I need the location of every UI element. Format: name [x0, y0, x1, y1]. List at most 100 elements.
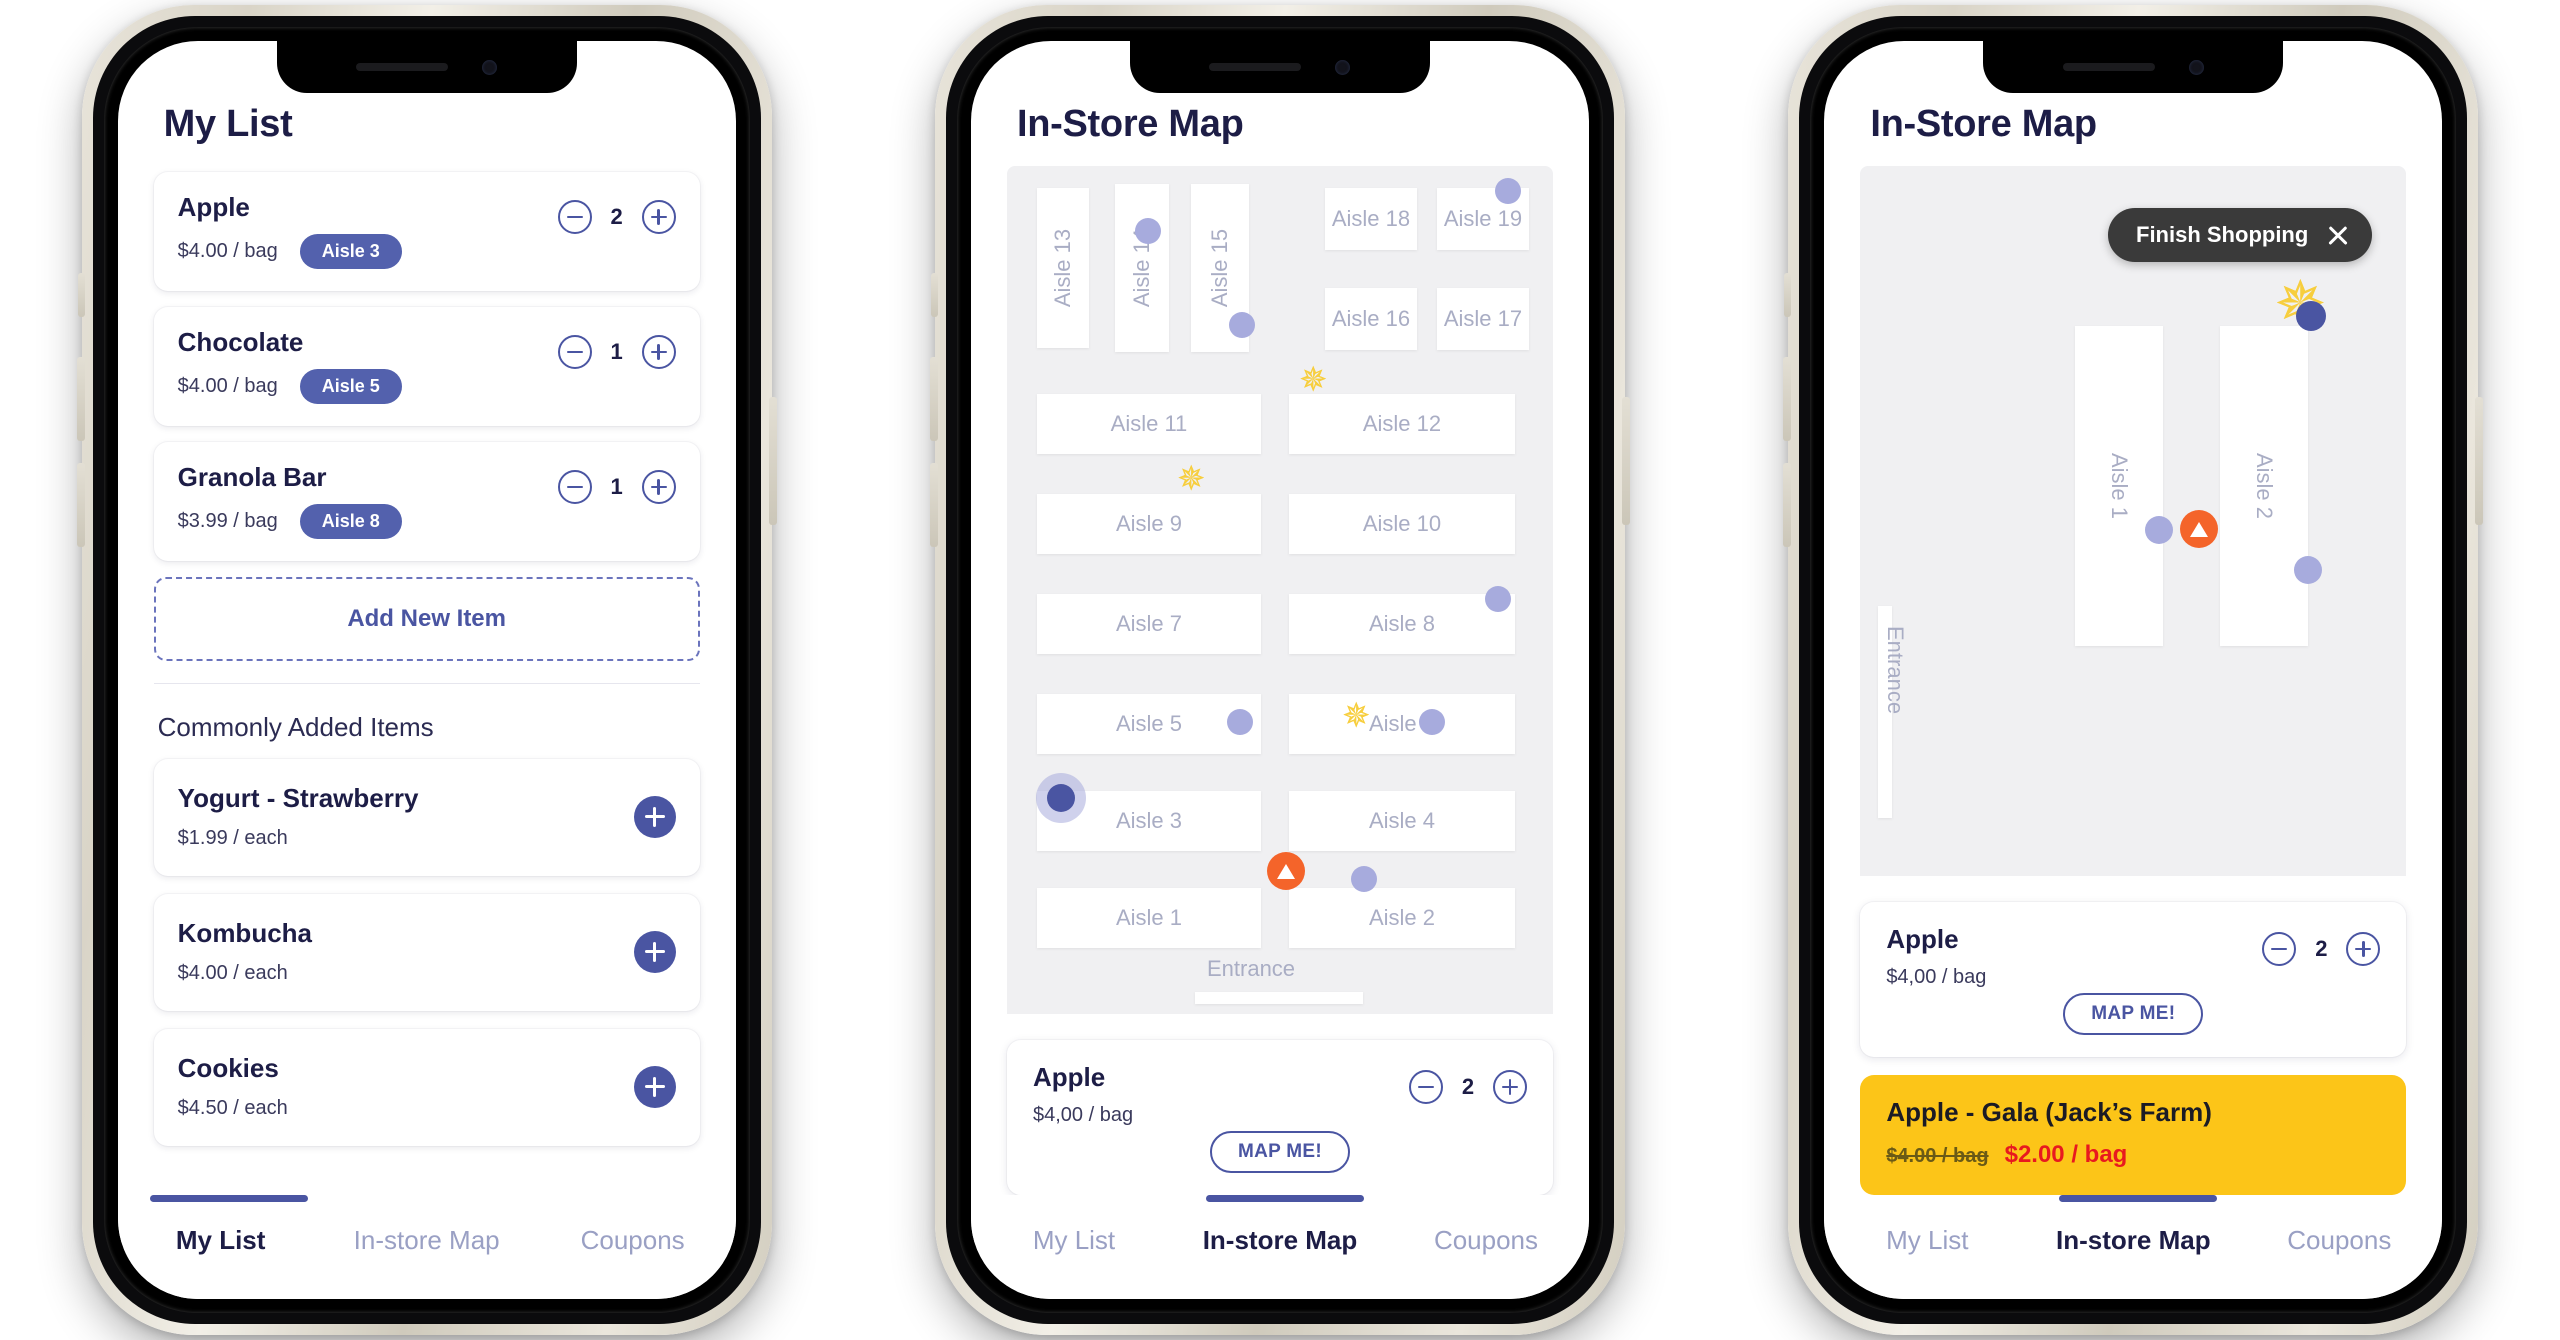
- suggestion-card[interactable]: Yogurt - Strawberry $1.99 / each: [153, 759, 700, 876]
- product-dot[interactable]: [1494, 178, 1521, 204]
- screenshot-stage: My List Apple $4.00 / bag Aisle 3 2 Choc…: [0, 0, 2560, 1340]
- map-aisle[interactable]: Aisle 10: [1288, 494, 1515, 554]
- suggestion-card[interactable]: Kombucha $4.00 / each: [153, 894, 700, 1011]
- power-button[interactable]: [1621, 397, 1630, 525]
- selected-item-price: $4,00 / bag: [1032, 1104, 1134, 1126]
- map-aisle[interactable]: Aisle 2: [1288, 888, 1515, 948]
- quantity-value: 1: [610, 339, 623, 364]
- product-dot[interactable]: [2145, 516, 2174, 544]
- increment-button[interactable]: [641, 200, 676, 234]
- deal-star-icon[interactable]: ✵: [1342, 699, 1371, 733]
- suggestion-name: Kombucha: [177, 918, 312, 948]
- map-aisle[interactable]: Aisle 17: [1436, 288, 1529, 350]
- decrement-button[interactable]: [557, 335, 592, 369]
- aisle-badge[interactable]: Aisle 5: [299, 369, 402, 404]
- tab-my-list[interactable]: My List: [1824, 1225, 2030, 1256]
- map-aisle[interactable]: Aisle 12: [1288, 394, 1515, 454]
- tab-in-store-map[interactable]: In-store Map: [1177, 1225, 1383, 1256]
- close-icon[interactable]: [2326, 223, 2350, 247]
- map-aisle[interactable]: Aisle 8: [1288, 594, 1515, 654]
- decrement-button[interactable]: [2262, 932, 2297, 966]
- product-dot[interactable]: [1226, 709, 1253, 735]
- map-aisle[interactable]: Aisle 16: [1324, 288, 1417, 350]
- increment-button[interactable]: [641, 470, 676, 504]
- decrement-button[interactable]: [557, 470, 592, 504]
- aisle-badge[interactable]: Aisle 3: [299, 234, 402, 269]
- store-map[interactable]: Aisle 13 Aisle 14 Aisle 15 Aisle 18 Aisl…: [1006, 166, 1553, 1014]
- finish-shopping-label: Finish Shopping: [2136, 222, 2309, 247]
- map-me-button[interactable]: MAP ME!: [1209, 1131, 1351, 1173]
- tab-coupons[interactable]: Coupons: [1383, 1225, 1589, 1256]
- current-product-dot[interactable]: [1046, 784, 1075, 812]
- screen-map-zoomed: In-Store Map Finish Shopping Aisle 1 Ais…: [1824, 41, 2443, 1299]
- store-map-zoomed[interactable]: Finish Shopping Aisle 1 Aisle 2 Entrance…: [1860, 166, 2407, 876]
- map-aisle[interactable]: Aisle 13: [1036, 188, 1089, 348]
- mute-switch[interactable]: [1784, 273, 1792, 317]
- suggestion-card[interactable]: Cookies $4.50 / each: [153, 1029, 700, 1146]
- suggestion-info: Cookies $4.50 / each: [178, 1053, 288, 1120]
- product-dot[interactable]: [1228, 312, 1255, 338]
- suggestion-info: Kombucha $4.00 / each: [178, 918, 312, 985]
- quantity-value: 2: [2315, 936, 2328, 961]
- tab-coupons[interactable]: Coupons: [2236, 1225, 2442, 1256]
- map-aisle[interactable]: Aisle 6: [1288, 694, 1515, 754]
- list-item-card[interactable]: Apple $4.00 / bag Aisle 3 2: [153, 172, 700, 291]
- volume-down-button[interactable]: [929, 463, 938, 547]
- volume-up-button[interactable]: [929, 357, 938, 441]
- map-aisle[interactable]: Aisle 9: [1036, 494, 1261, 554]
- map-aisle[interactable]: Aisle 18: [1324, 188, 1417, 250]
- map-aisle[interactable]: Aisle 1: [2075, 326, 2164, 646]
- aisle-badge[interactable]: Aisle 8: [299, 504, 402, 539]
- add-suggestion-button[interactable]: [633, 795, 676, 838]
- power-button[interactable]: [768, 397, 777, 525]
- increment-button[interactable]: [641, 335, 676, 369]
- product-dot[interactable]: [1418, 709, 1445, 735]
- map-detail-section: Apple $4,00 / bag 2 MAP ME! Apple - Gala…: [1824, 876, 2442, 1195]
- increment-button[interactable]: [1492, 1070, 1527, 1104]
- product-dot[interactable]: [1134, 218, 1161, 244]
- deal-star-icon[interactable]: ✵: [1299, 363, 1328, 397]
- map-aisle[interactable]: Aisle 4: [1288, 791, 1515, 851]
- product-dot[interactable]: [2294, 556, 2323, 584]
- bottom-tab-bar: My List In-store Map Coupons: [1824, 1195, 2443, 1299]
- selected-item-card[interactable]: Apple $4,00 / bag 2 MAP ME!: [1006, 1040, 1553, 1195]
- promo-card[interactable]: Apple - Gala (Jack’s Farm) $4.00 / bag $…: [1860, 1075, 2407, 1195]
- mute-switch[interactable]: [930, 273, 938, 317]
- quantity-stepper: 1: [557, 327, 676, 369]
- product-dot[interactable]: [1350, 866, 1377, 892]
- map-me-button[interactable]: MAP ME!: [2063, 993, 2204, 1035]
- selected-item-top: Apple $4,00 / bag 2: [1033, 1062, 1527, 1127]
- volume-up-button[interactable]: [76, 357, 85, 441]
- decrement-button[interactable]: [1408, 1070, 1443, 1104]
- volume-down-button[interactable]: [76, 463, 85, 547]
- volume-up-button[interactable]: [1783, 357, 1792, 441]
- map-aisle[interactable]: Aisle 1: [1036, 888, 1261, 948]
- tab-in-store-map[interactable]: In-store Map: [2030, 1225, 2236, 1256]
- map-aisle[interactable]: Aisle 7: [1036, 594, 1261, 654]
- list-item-card[interactable]: Chocolate $4.00 / bag Aisle 5 1: [153, 307, 700, 426]
- tab-my-list[interactable]: My List: [971, 1225, 1177, 1256]
- map-aisle[interactable]: Aisle 2: [2220, 326, 2309, 646]
- list-item-card[interactable]: Granola Bar $3.99 / bag Aisle 8 1: [153, 442, 700, 561]
- aisle-label: Aisle 2: [2252, 452, 2278, 520]
- tab-in-store-map[interactable]: In-store Map: [324, 1225, 530, 1256]
- map-aisle[interactable]: Aisle 14: [1114, 184, 1169, 352]
- list-item-price: $4.00 / bag: [177, 375, 278, 397]
- power-button[interactable]: [2475, 397, 2484, 525]
- finish-shopping-button[interactable]: Finish Shopping: [2108, 208, 2373, 262]
- add-suggestion-button[interactable]: [633, 1065, 676, 1108]
- selected-item-card[interactable]: Apple $4,00 / bag 2 MAP ME!: [1860, 902, 2407, 1057]
- decrement-button[interactable]: [557, 200, 592, 234]
- increment-button[interactable]: [2346, 932, 2381, 966]
- map-aisle[interactable]: Aisle 11: [1036, 394, 1261, 454]
- add-suggestion-button[interactable]: [633, 930, 676, 973]
- product-dot[interactable]: [1484, 586, 1511, 612]
- tab-coupons[interactable]: Coupons: [530, 1225, 736, 1256]
- deal-star-icon[interactable]: ✵: [1177, 462, 1206, 496]
- mute-switch[interactable]: [77, 273, 85, 317]
- list-item-info: Chocolate $4.00 / bag Aisle 5: [178, 327, 402, 404]
- tab-my-list[interactable]: My List: [118, 1225, 324, 1256]
- aisle-label: Aisle 15: [1206, 228, 1232, 308]
- volume-down-button[interactable]: [1783, 463, 1792, 547]
- add-new-item-button[interactable]: Add New Item: [153, 577, 700, 661]
